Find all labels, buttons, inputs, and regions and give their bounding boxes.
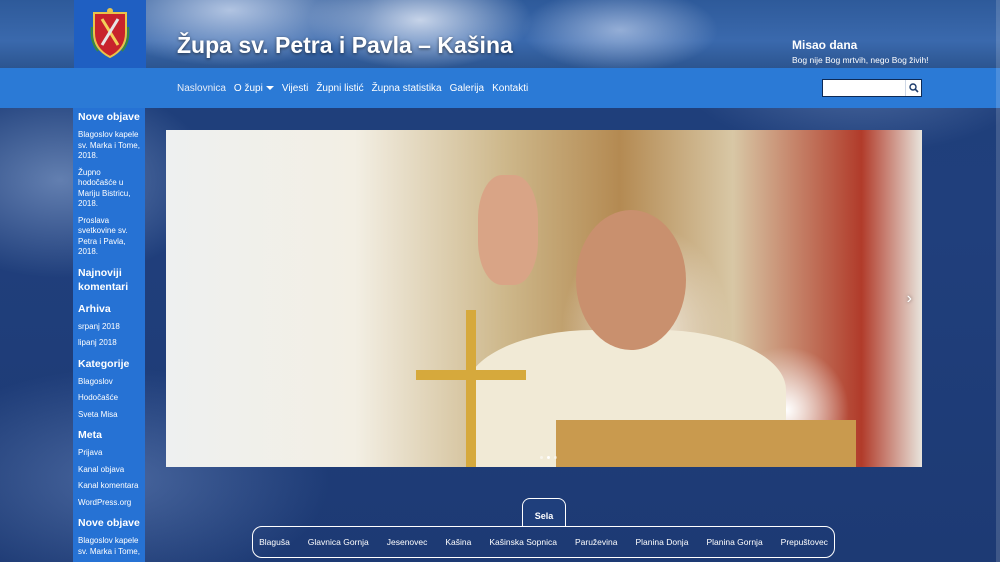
village-link[interactable]: Prepuštovec — [772, 537, 837, 547]
nav-item-label: Galerija — [449, 83, 485, 94]
sidebar-link[interactable]: Župno hodočašće u Mariju Bistricu, 2018. — [78, 168, 140, 210]
sidebar-heading: Najnoviji komentari — [78, 266, 129, 293]
site-title[interactable]: Župa sv. Petra i Pavla – Kašina — [177, 32, 513, 59]
nav-item-label: Naslovnica — [177, 83, 226, 94]
search-input[interactable] — [823, 80, 905, 96]
nav-item-label: Vijesti — [281, 83, 309, 94]
sidebar-link[interactable]: Kanal objava — [78, 465, 140, 476]
scrollbar[interactable] — [996, 0, 1000, 562]
sidebar-link[interactable]: Prijava — [78, 448, 140, 459]
thought-of-day: Misao dana Bog nije Bog mrtvih, nego Bog… — [792, 38, 929, 65]
image-slider[interactable]: › — [166, 130, 922, 467]
village-link[interactable]: Planina Gornja — [697, 537, 771, 547]
slide-image-hand — [478, 175, 538, 285]
nav-item-label: O župi — [233, 83, 263, 94]
slider-dot[interactable] — [554, 456, 557, 459]
sidebar-link[interactable]: Blagoslov — [78, 377, 140, 388]
village-link[interactable]: Planina Donja — [627, 537, 698, 547]
slider-dots — [540, 456, 557, 459]
slide-image-figure — [576, 210, 686, 350]
nav-item-label: Župna statistika — [371, 83, 442, 94]
search-form — [822, 79, 922, 97]
village-link[interactable]: Blaguša — [250, 537, 299, 547]
sidebar-link[interactable]: WordPress.org — [78, 498, 140, 509]
sidebar-heading: Nove objave — [78, 111, 140, 123]
slide-image-cross — [466, 310, 476, 467]
nav-item[interactable]: O župi — [234, 83, 274, 94]
sidebar-heading: Meta — [78, 429, 102, 441]
thought-of-day-text: Bog nije Bog mrtvih, nego Bog živih! — [792, 55, 929, 65]
sidebar-heading: Arhiva — [78, 302, 111, 315]
sidebar-heading: Nove objave — [78, 517, 140, 529]
sidebar-link[interactable]: lipanj 2018 — [78, 338, 140, 349]
villages-menu: Blaguša Glavnica Gornja Jesenovec Kašina Kaš… — [252, 526, 835, 558]
village-link[interactable]: Kašina — [436, 537, 480, 547]
slide-image-cross-bar — [416, 370, 526, 380]
parish-logo[interactable] — [74, 0, 146, 68]
village-link[interactable]: Glavnica Gornja — [299, 537, 378, 547]
sidebar-link[interactable]: Proslava svetkovine sv. Petra i Pavla, 2… — [78, 216, 140, 258]
sela-tab[interactable]: Sela — [522, 498, 566, 527]
slide-image-lectern — [556, 420, 856, 467]
sidebar-link[interactable]: Blagoslov kapele sv. Marka i Tome, — [78, 536, 140, 557]
slider-next-arrow[interactable]: › — [907, 290, 912, 308]
nav-menu: Naslovnica O župi Vijesti Župni listić Župna… — [177, 83, 528, 94]
sidebar: Nove objave Blagoslov kapele sv. Marka i … — [73, 108, 145, 562]
coat-of-arms-icon — [90, 8, 130, 59]
sidebar-link[interactable]: Blagoslov kapele sv. Marka i Tome, 2018. — [78, 130, 140, 162]
search-button[interactable] — [905, 80, 921, 96]
nav-item[interactable]: Župni listić — [316, 83, 363, 94]
nav-item-label: Župni listić — [316, 83, 364, 94]
sidebar-heading: Kategorije — [78, 357, 130, 370]
nav-item[interactable]: Vijesti — [282, 83, 309, 94]
slider-dot[interactable] — [540, 456, 543, 459]
magnifier-icon — [908, 83, 919, 93]
village-link[interactable]: Paruževina — [566, 537, 627, 547]
caret-down-icon — [265, 86, 274, 91]
village-link[interactable]: Jesenovec — [378, 537, 437, 547]
site-header: Župa sv. Petra i Pavla – Kašina Misao da… — [0, 0, 1000, 68]
village-link[interactable]: Kašinska Sopnica — [480, 537, 566, 547]
nav-item[interactable]: Naslovnica — [177, 83, 226, 94]
nav-item-label: Kontakti — [492, 83, 529, 94]
sidebar-link[interactable]: Sveta Misa — [78, 410, 140, 421]
nav-item[interactable]: Galerija — [450, 83, 484, 94]
slider-dot[interactable] — [547, 456, 550, 459]
thought-of-day-title: Misao dana — [792, 38, 858, 52]
nav-item[interactable]: Župna statistika — [372, 83, 442, 94]
nav-item[interactable]: Kontakti — [492, 83, 528, 94]
sidebar-link[interactable]: srpanj 2018 — [78, 322, 140, 333]
sidebar-link[interactable]: Kanal komentara — [78, 481, 140, 492]
sidebar-link[interactable]: Hodočašće — [78, 393, 140, 404]
